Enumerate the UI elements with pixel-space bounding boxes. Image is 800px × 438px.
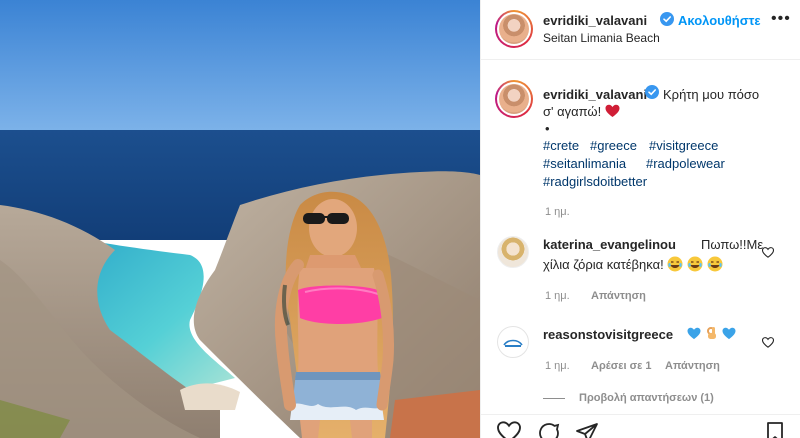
caption-text-line1: Κρήτη μου πόσο [663,87,760,102]
hashtag-link[interactable]: #greece [590,138,637,153]
hashtag-link[interactable]: #visitgreece [649,138,718,153]
author-username[interactable]: evridiki_valavani [543,13,647,28]
hashtag-link[interactable]: #radpolewear [646,156,725,171]
verified-icon [645,85,659,104]
action-bar [481,414,800,438]
author-avatar[interactable] [495,10,533,48]
heart-icon[interactable] [761,335,775,353]
commenter-avatar[interactable] [497,326,529,358]
caption-avatar[interactable] [495,80,533,118]
caption-username[interactable]: evridiki_valavani [543,87,647,102]
location-link[interactable]: Seitan Limania Beach [543,31,660,45]
post-photo[interactable] [0,0,480,438]
comment-timestamp[interactable]: 1 ημ. [545,360,570,372]
heart-icon[interactable] [761,245,775,263]
comment-text-line1: Πωπω!!Με [701,237,764,252]
caption-dot: • [545,121,550,136]
red-heart-emoji [605,104,620,121]
tears-of-joy-emoji [687,256,703,275]
view-replies-button[interactable]: Προβολή απαντήσεων (1) [543,392,714,404]
more-icon[interactable]: ••• [771,10,791,28]
caption-timestamp[interactable]: 1 ημ. [545,206,570,218]
hashtag-link[interactable]: #crete [543,138,579,153]
blue-heart-emoji [722,327,736,343]
heart-icon[interactable] [497,421,521,438]
blue-heart-emoji [687,327,701,343]
comment-text-line2: χίλια ζόρια κατέβηκα! [543,256,723,275]
comment-username[interactable]: katerina_evangelinou [543,237,676,252]
comment-emojis [687,325,736,343]
hashtag-link[interactable]: #seitanlimania [543,156,626,171]
caption-text-line2: σ' αγαπώ! [543,104,620,121]
likes-count[interactable]: Αρέσει σε 1 [591,360,652,372]
comment-icon[interactable] [537,421,561,438]
comment-username[interactable]: reasonstovisitgreece [543,327,673,342]
post-panel: evridiki_valavani Ακολουθήστε ••• Seitan… [480,0,800,438]
hashtag-link[interactable]: #radgirlsdoitbetter [543,174,647,189]
follow-button[interactable]: Ακολουθήστε [678,13,761,28]
ok-hand-emoji [705,325,719,343]
reply-button[interactable]: Απάντηση [665,360,720,372]
comment-timestamp[interactable]: 1 ημ. [545,290,570,302]
tears-of-joy-emoji [667,256,683,275]
tears-of-joy-emoji [707,256,723,275]
share-icon[interactable] [575,421,599,438]
post-header: evridiki_valavani Ακολουθήστε ••• Seitan… [481,0,800,60]
reply-button[interactable]: Απάντηση [591,290,646,302]
bookmark-icon[interactable] [765,421,785,438]
verified-icon [660,12,674,31]
commenter-avatar[interactable] [497,236,529,268]
